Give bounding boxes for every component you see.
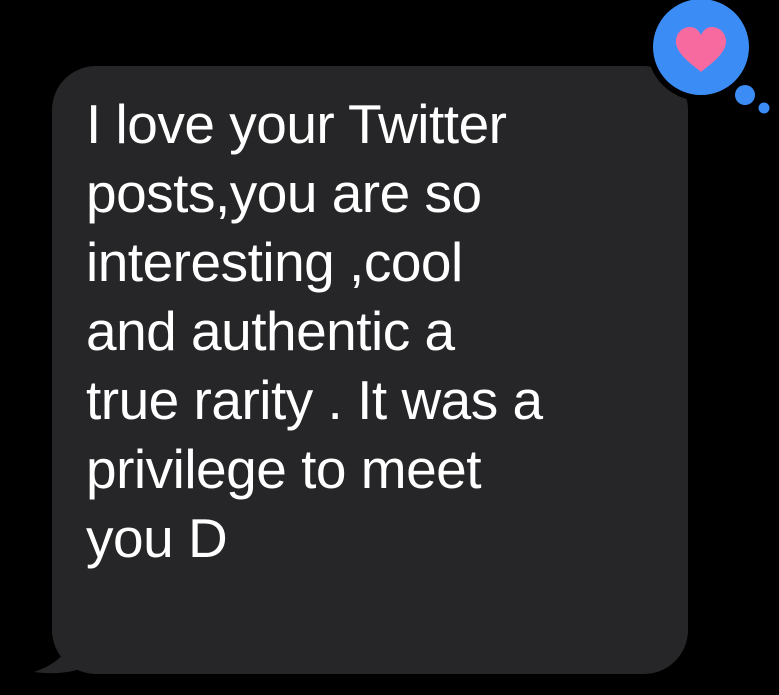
message-line: interesting ,cool — [86, 231, 463, 293]
conversation-view: I love your Twitter posts,you are so int… — [0, 0, 779, 695]
message-line: true rarity . It was a — [86, 369, 543, 431]
message-line: posts,you are so — [86, 162, 482, 224]
message-line: I love your Twitter — [86, 93, 507, 155]
message-line: privilege to meet — [86, 438, 482, 500]
tapback-button[interactable] — [648, 4, 754, 104]
message-text: I love your Twitter posts,you are so int… — [86, 90, 676, 573]
message-line: and authentic a — [86, 300, 455, 362]
message-line: you D — [86, 507, 228, 569]
